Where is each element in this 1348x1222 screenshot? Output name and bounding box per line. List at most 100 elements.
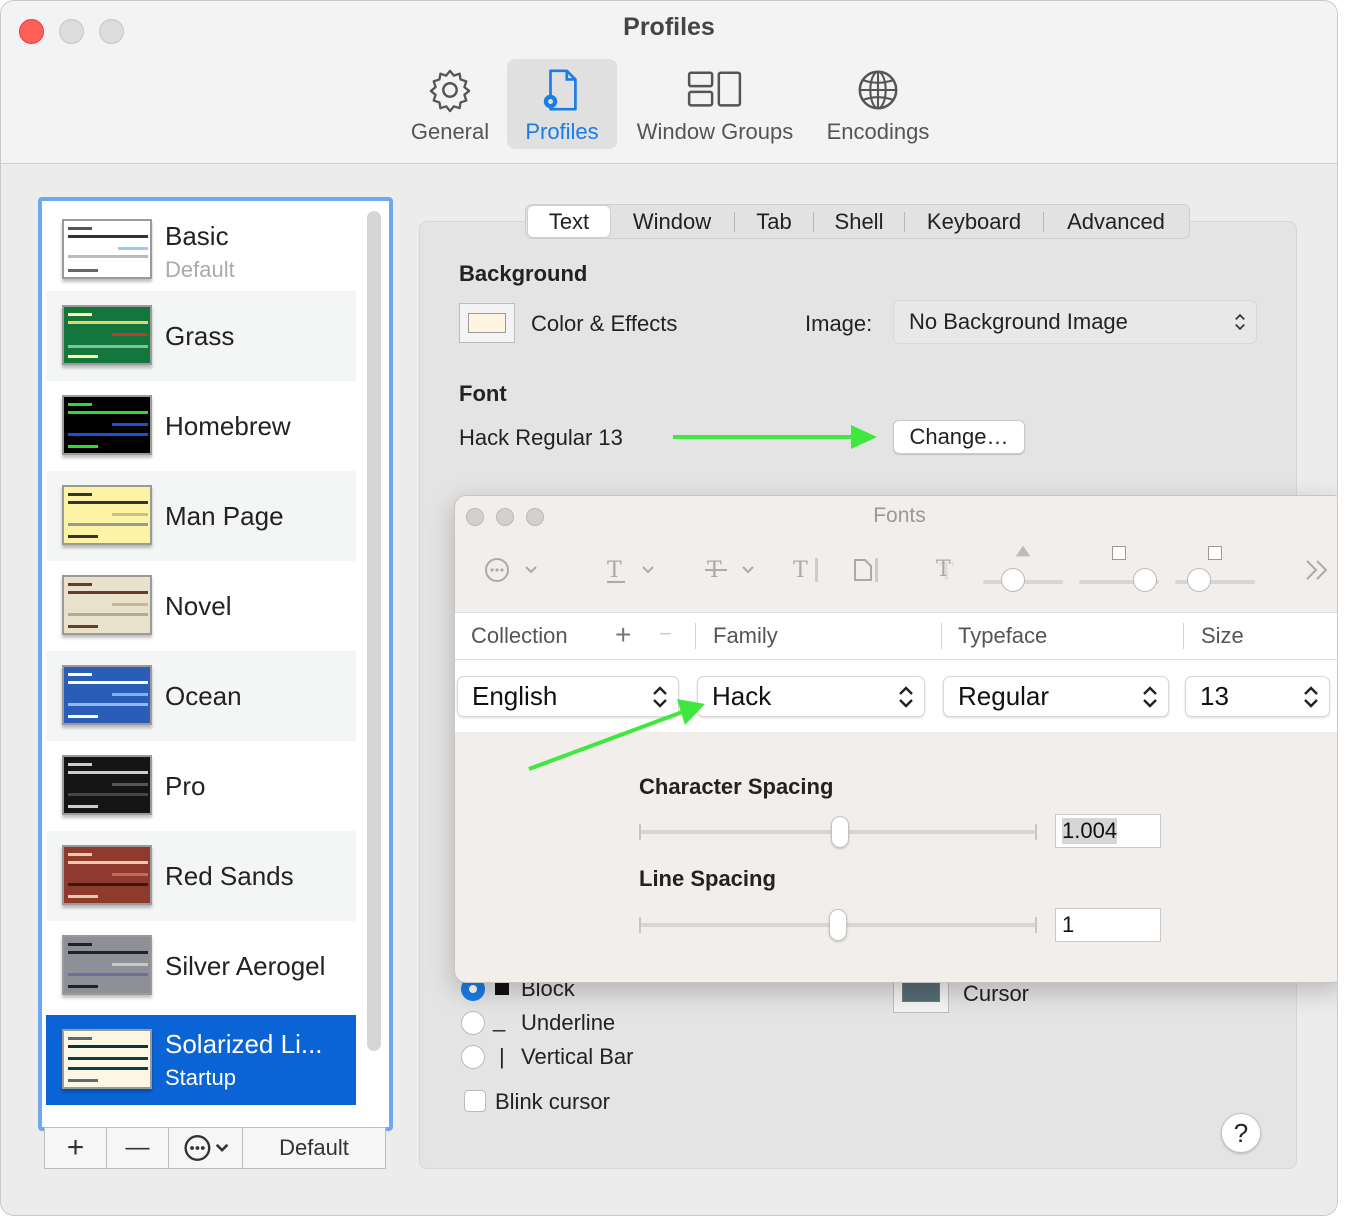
profile-name: Homebrew bbox=[165, 411, 291, 441]
profile-thumbnail bbox=[62, 935, 152, 995]
collection-value: English bbox=[472, 681, 558, 711]
profile-name: Red Sands bbox=[165, 861, 294, 891]
family-select[interactable]: Hack bbox=[697, 676, 925, 717]
shadow-opacity-slider[interactable] bbox=[983, 544, 1063, 594]
profile-item-homebrew[interactable]: Homebrew bbox=[46, 381, 356, 471]
svg-text:T: T bbox=[607, 558, 622, 583]
profile-actions-button[interactable] bbox=[169, 1128, 243, 1168]
background-color-well[interactable] bbox=[459, 303, 515, 343]
cursor-underline-radio[interactable] bbox=[461, 1011, 485, 1035]
profile-item-novel[interactable]: Novel bbox=[46, 561, 356, 651]
help-button[interactable]: ? bbox=[1221, 1113, 1261, 1153]
tab-text[interactable]: Text bbox=[528, 206, 610, 237]
cursor-vertical-bar-radio[interactable] bbox=[461, 1045, 485, 1069]
toolbar-general[interactable]: General bbox=[401, 59, 499, 149]
svg-text:T: T bbox=[793, 558, 808, 583]
profile-name: Grass bbox=[165, 321, 235, 351]
svg-text:T: T bbox=[936, 557, 951, 582]
background-heading: Background bbox=[459, 261, 588, 286]
collection-column-label: Collection bbox=[471, 623, 568, 648]
add-profile-button[interactable]: + bbox=[45, 1128, 107, 1168]
profile-name: Silver Aerogel bbox=[165, 951, 326, 981]
more-tools-chevron-icon[interactable] bbox=[1303, 556, 1333, 584]
underline-style-icon[interactable]: T bbox=[605, 556, 665, 584]
line-spacing-field[interactable]: 1 bbox=[1055, 908, 1161, 942]
up-down-chevron-icon bbox=[1304, 686, 1318, 708]
line-spacing-slider[interactable] bbox=[639, 907, 1039, 947]
profile-name: Basic bbox=[165, 221, 229, 251]
blink-cursor-label: Blink cursor bbox=[495, 1089, 610, 1114]
remove-collection-button[interactable]: − bbox=[659, 621, 672, 647]
profile-subtitle: Startup bbox=[165, 1065, 236, 1090]
character-spacing-slider[interactable] bbox=[639, 814, 1039, 854]
blink-cursor-checkbox[interactable] bbox=[464, 1090, 486, 1112]
profile-thumbnail bbox=[62, 575, 152, 635]
profile-item-grass[interactable]: Grass bbox=[46, 291, 356, 381]
text-shadow-icon[interactable]: T T bbox=[933, 556, 963, 584]
remove-profile-button[interactable]: — bbox=[107, 1128, 169, 1168]
profile-item-man-page[interactable]: Man Page bbox=[46, 471, 356, 561]
profile-thumbnail bbox=[62, 1029, 152, 1089]
strikethrough-style-icon[interactable]: T bbox=[705, 556, 765, 584]
cursor-vertical-bar-label: Vertical Bar bbox=[521, 1044, 634, 1069]
profile-item-pro[interactable]: Pro bbox=[46, 741, 356, 831]
change-font-button-label: Change… bbox=[909, 424, 1009, 449]
tab-tab[interactable]: Tab bbox=[735, 206, 813, 237]
size-value: 13 bbox=[1200, 681, 1229, 711]
profile-list[interactable]: Basic Default Grass Homebrew Man Page No… bbox=[38, 197, 393, 1131]
profile-thumbnail bbox=[62, 485, 152, 545]
character-spacing-label: Character Spacing bbox=[639, 774, 834, 799]
globe-icon bbox=[858, 70, 898, 110]
profile-thumbnail bbox=[62, 305, 152, 365]
document-color-icon[interactable] bbox=[851, 556, 881, 584]
profile-item-solarized-light[interactable]: Solarized Li... Startup bbox=[46, 1015, 356, 1105]
profile-item-ocean[interactable]: Ocean bbox=[46, 651, 356, 741]
collection-select[interactable]: English bbox=[457, 676, 679, 717]
profile-thumbnail bbox=[62, 219, 152, 279]
text-color-icon[interactable]: T bbox=[791, 556, 821, 584]
typeface-select[interactable]: Regular bbox=[943, 676, 1169, 717]
character-spacing-value: 1.004 bbox=[1062, 818, 1118, 844]
fonts-panel: Fonts T T T T T Collection + − Family Ty… bbox=[454, 495, 1337, 983]
toolbar-general-label: General bbox=[410, 119, 490, 144]
size-select[interactable]: 13 bbox=[1185, 676, 1330, 717]
gear-icon bbox=[429, 69, 471, 113]
block-glyph-icon bbox=[495, 981, 509, 995]
toolbar-profiles[interactable]: Profiles bbox=[507, 59, 617, 149]
up-down-chevron-icon bbox=[653, 686, 667, 708]
change-font-button[interactable]: Change… bbox=[893, 420, 1025, 454]
tab-window[interactable]: Window bbox=[610, 206, 734, 237]
color-effects-label[interactable]: Color & Effects bbox=[531, 311, 677, 337]
background-image-select[interactable]: No Background Image bbox=[893, 300, 1257, 344]
tab-advanced[interactable]: Advanced bbox=[1044, 206, 1188, 237]
titlebar: Profiles General Profiles Window Groups … bbox=[1, 1, 1337, 164]
profile-name: Ocean bbox=[165, 681, 242, 711]
profile-item-basic[interactable]: Basic Default bbox=[46, 201, 356, 291]
add-collection-button[interactable]: + bbox=[615, 619, 631, 651]
tab-keyboard[interactable]: Keyboard bbox=[905, 206, 1043, 237]
character-spacing-field[interactable]: 1.004 bbox=[1055, 814, 1161, 848]
up-down-chevron-icon bbox=[1235, 313, 1245, 331]
tab-shell[interactable]: Shell bbox=[814, 206, 904, 237]
fonts-action-icon[interactable] bbox=[483, 556, 543, 584]
family-value: Hack bbox=[712, 681, 772, 711]
toolbar-encodings[interactable]: Encodings bbox=[817, 59, 939, 149]
profile-list-scrollbar[interactable] bbox=[367, 211, 381, 1051]
shadow-blur-slider[interactable] bbox=[1079, 544, 1159, 594]
family-column-label: Family bbox=[713, 623, 778, 648]
line-spacing-label: Line Spacing bbox=[639, 866, 776, 891]
set-default-button[interactable]: Default bbox=[243, 1128, 385, 1168]
fonts-column-header: Collection + − Family Typeface Size bbox=[455, 612, 1337, 660]
profile-item-red-sands[interactable]: Red Sands bbox=[46, 831, 356, 921]
settings-tabs: Text Window Tab Shell Keyboard Advanced bbox=[525, 204, 1190, 239]
window-title: Profiles bbox=[623, 13, 715, 41]
profile-thumbnail bbox=[62, 755, 152, 815]
toolbar-window-groups-label: Window Groups bbox=[636, 119, 794, 144]
toolbar-window-groups[interactable]: Window Groups bbox=[627, 59, 803, 149]
profile-item-silver-aerogel[interactable]: Silver Aerogel bbox=[46, 921, 356, 1011]
profile-name: Man Page bbox=[165, 501, 284, 531]
image-label: Image: bbox=[805, 311, 873, 336]
font-heading: Font bbox=[459, 381, 507, 406]
shadow-offset-slider[interactable] bbox=[1175, 544, 1255, 594]
profile-thumbnail bbox=[62, 665, 152, 725]
